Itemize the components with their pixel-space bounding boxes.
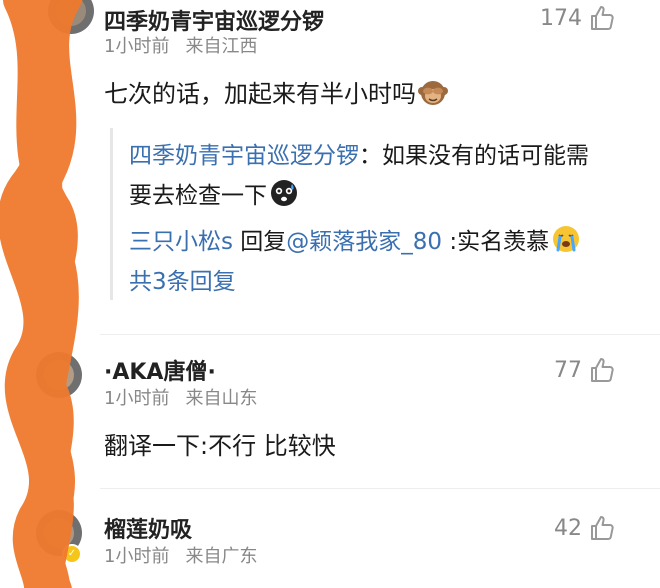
like-button[interactable]: 42: [554, 514, 616, 542]
thumbs-up-icon: [591, 516, 614, 540]
comment-feed: 四季奶青宇宙巡逻分锣 1小时前 来自江西 174 七次的话，加起来有半小时吗 四季…: [0, 0, 660, 588]
reply-item[interactable]: 三只小松s 回复@颖落我家_80 :实名羡慕: [129, 222, 581, 256]
reply-text: 要去检查一下: [129, 183, 267, 209]
reply-text: :实名羡慕: [449, 229, 550, 255]
comment-divider: [100, 488, 660, 489]
like-count: 77: [554, 357, 582, 383]
comment-time: 1小时前: [104, 388, 170, 409]
comment-username[interactable]: 榴莲奶吸: [104, 512, 192, 544]
more-replies-link[interactable]: 共3条回复: [129, 262, 236, 296]
comment-text: 翻译一下:不行 比较快: [104, 432, 336, 460]
comment-meta: 1小时前 来自广东: [104, 542, 257, 568]
reply-username[interactable]: 三只小松s: [129, 229, 233, 255]
like-count: 174: [540, 5, 582, 31]
comment-text-body: 七次的话，加起来有半小时吗: [104, 80, 416, 108]
avatar[interactable]: [36, 352, 82, 398]
reply-list: 四季奶青宇宙巡逻分锣：如果没有的话可能需 要去检查一下 三只小松s 回复@颖落我…: [110, 128, 660, 300]
comment-username[interactable]: ·AKA唐僧·: [104, 354, 216, 386]
like-count: 42: [554, 515, 582, 541]
comment-location: 来自江西: [185, 36, 258, 57]
thumbs-up-icon: [591, 358, 614, 382]
avatar[interactable]: [48, 0, 94, 34]
comment-location: 来自广东: [185, 546, 258, 567]
comment-divider: [100, 334, 660, 335]
reply-target-user[interactable]: @颖落我家_80: [286, 229, 442, 255]
reply-item-continuation: 要去检查一下: [129, 176, 299, 210]
comment-meta: 1小时前 来自江西: [104, 32, 257, 58]
comment-time: 1小时前: [104, 546, 170, 567]
like-button[interactable]: 77: [554, 356, 616, 384]
comment-meta: 1小时前 来自山东: [104, 384, 257, 410]
reply-word: 回复: [240, 229, 287, 255]
reply-text: ：如果没有的话可能需: [359, 143, 589, 169]
thumbs-up-icon: [591, 6, 614, 30]
comment-time: 1小时前: [104, 36, 170, 57]
comment-location: 来自山东: [185, 388, 258, 409]
loudly-crying-face-emoji: [553, 226, 580, 252]
comment-text: 七次的话，加起来有半小时吗: [104, 74, 448, 109]
reply-username[interactable]: 四季奶青宇宙巡逻分锣: [129, 143, 359, 169]
monkey-covering-eyes-emoji: [418, 81, 448, 105]
reply-item[interactable]: 四季奶青宇宙巡逻分锣：如果没有的话可能需: [129, 136, 589, 170]
anxious-face-emoji: [271, 180, 297, 206]
verified-badge-icon: ✓: [62, 544, 82, 564]
like-button[interactable]: 174: [540, 4, 616, 32]
redaction-scribble: [0, 0, 83, 588]
